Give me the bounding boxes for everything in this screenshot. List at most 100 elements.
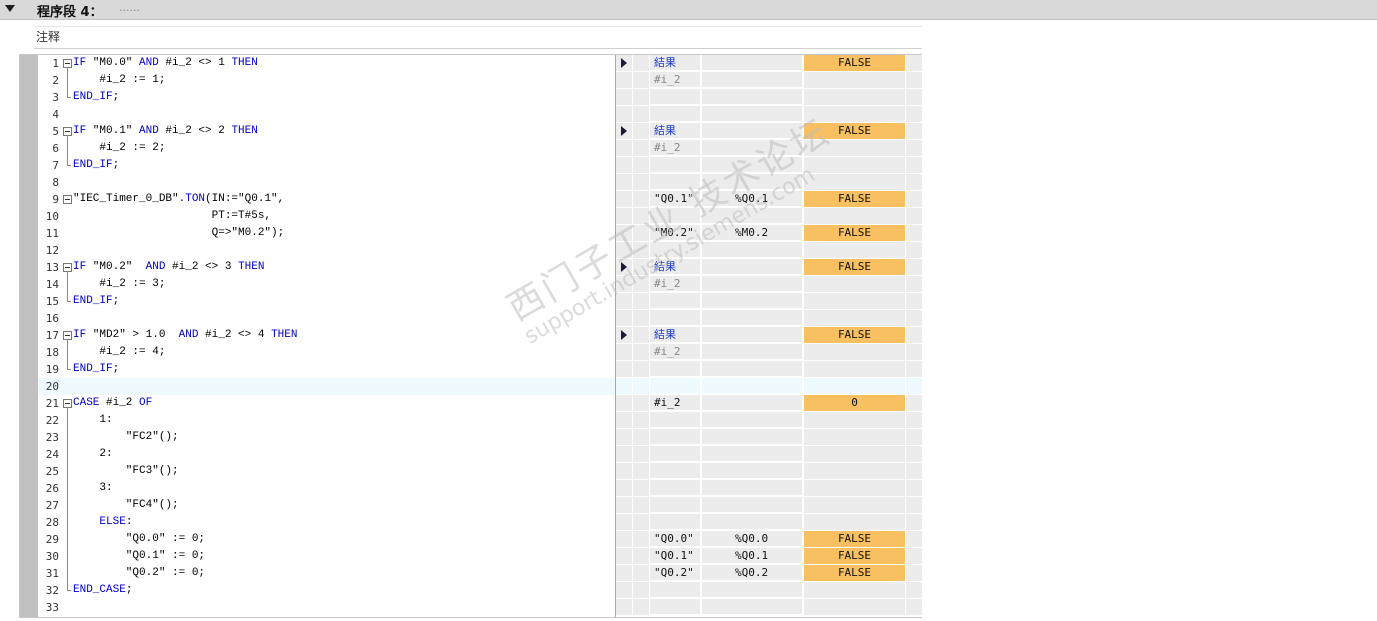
code-line-12[interactable]: 12 — [38, 242, 615, 259]
code-line-2[interactable]: 2 #i_2 := 1; — [38, 72, 615, 89]
monitor-expand-cell[interactable] — [616, 327, 633, 344]
expand-arrow-icon[interactable] — [621, 262, 627, 272]
code-line-6[interactable]: 6 #i_2 := 2; — [38, 140, 615, 157]
code-line-28[interactable]: 28 ELSE: — [38, 514, 615, 531]
monitor-row-1: 結果 FALSE — [616, 55, 923, 72]
code-line-19[interactable]: 19 END_IF; — [38, 361, 615, 378]
monitor-operand: 結果 — [650, 259, 701, 275]
monitor-operand: "Q0.1" — [650, 191, 701, 207]
code-line-8[interactable]: 8 — [38, 174, 615, 191]
monitor-end-cell — [906, 463, 923, 480]
monitor-operand — [650, 106, 701, 122]
collapse-triangle-icon[interactable] — [5, 5, 15, 12]
monitor-address: %Q0.0 — [702, 531, 803, 547]
code-line-21[interactable]: 21 CASE #i_2 OF — [38, 395, 615, 412]
monitor-value — [804, 599, 906, 616]
monitor-value: FALSE — [804, 259, 906, 276]
code-line-27[interactable]: 27 "FC4"(); — [38, 497, 615, 514]
code-line-31[interactable]: 31 "Q0.2" := 0; — [38, 565, 615, 582]
monitor-expand-cell — [616, 106, 633, 123]
monitor-expand-cell — [616, 480, 633, 497]
fold-guide-end — [67, 301, 71, 302]
monitor-expand-cell[interactable] — [616, 259, 633, 276]
line-number: 16 — [45, 312, 59, 325]
line-number: 27 — [45, 499, 59, 512]
monitor-expand-cell — [616, 565, 633, 582]
code-line-9[interactable]: 9 "IEC_Timer_0_DB".TON(IN:="Q0.1", — [38, 191, 615, 208]
network-comment-field[interactable]: 注释 — [34, 26, 922, 49]
monitor-end-cell — [906, 395, 923, 412]
code-line-7[interactable]: 7 END_IF; — [38, 157, 615, 174]
code-line-4[interactable]: 4 — [38, 106, 615, 123]
monitor-address: %Q0.1 — [702, 191, 803, 207]
monitor-end-cell — [906, 106, 923, 123]
monitor-spacer-cell — [633, 140, 650, 157]
monitor-row-25 — [616, 463, 923, 480]
monitor-address — [702, 361, 803, 377]
code-text: 2: — [73, 448, 113, 460]
monitor-expand-cell — [616, 89, 633, 106]
monitor-expand-cell — [616, 446, 633, 463]
code-line-17[interactable]: 17 IF "MD2" > 1.0 AND #i_2 <> 4 THEN — [38, 327, 615, 344]
monitor-expand-cell[interactable] — [616, 55, 633, 72]
expand-arrow-icon[interactable] — [621, 330, 627, 340]
code-area[interactable]: 1 IF "M0.0" AND #i_2 <> 1 THEN 2 #i_2 := 1… — [38, 55, 616, 617]
monitor-value: FALSE — [804, 123, 906, 140]
fold-guide-end — [67, 590, 71, 591]
monitor-expand-cell — [616, 276, 633, 293]
code-line-10[interactable]: 10 PT:=T#5s, — [38, 208, 615, 225]
monitor-row-19 — [616, 361, 923, 378]
line-number: 15 — [45, 295, 59, 308]
monitor-spacer-cell — [633, 531, 650, 548]
code-line-32[interactable]: 32 END_CASE; — [38, 582, 615, 599]
monitor-value — [804, 361, 906, 378]
code-line-14[interactable]: 14 #i_2 := 3; — [38, 276, 615, 293]
monitor-end-cell — [906, 361, 923, 378]
monitor-row-14: #i_2 — [616, 276, 923, 293]
code-line-26[interactable]: 26 3: — [38, 480, 615, 497]
code-line-5[interactable]: 5 IF "M0.1" AND #i_2 <> 2 THEN — [38, 123, 615, 140]
code-line-3[interactable]: 3 END_IF; — [38, 89, 615, 106]
monitor-spacer-cell — [633, 463, 650, 480]
expand-arrow-icon[interactable] — [621, 126, 627, 136]
code-text: #i_2 := 4; — [73, 346, 166, 358]
fold-collapse-icon[interactable] — [63, 195, 72, 204]
fold-guide-line — [67, 407, 68, 590]
code-line-1[interactable]: 1 IF "M0.0" AND #i_2 <> 1 THEN — [38, 55, 615, 72]
code-line-22[interactable]: 22 1: — [38, 412, 615, 429]
monitor-row-15 — [616, 293, 923, 310]
code-line-20[interactable]: 20 — [38, 378, 615, 395]
monitor-spacer-cell — [633, 72, 650, 89]
line-number: 13 — [45, 261, 59, 274]
code-text: "Q0.0" := 0; — [73, 533, 206, 545]
monitor-end-cell — [906, 157, 923, 174]
code-line-16[interactable]: 16 — [38, 310, 615, 327]
network-title-placeholder[interactable]: ...... — [119, 1, 140, 14]
monitor-value — [804, 242, 906, 259]
code-line-18[interactable]: 18 #i_2 := 4; — [38, 344, 615, 361]
code-line-13[interactable]: 13 IF "M0.2" AND #i_2 <> 3 THEN — [38, 259, 615, 276]
code-line-11[interactable]: 11 Q=>"M0.2"); — [38, 225, 615, 242]
code-line-33[interactable]: 33 — [38, 599, 615, 616]
monitor-operand: #i_2 — [650, 140, 701, 156]
monitor-end-cell — [906, 497, 923, 514]
code-line-15[interactable]: 15 END_IF; — [38, 293, 615, 310]
code-line-25[interactable]: 25 "FC3"(); — [38, 463, 615, 480]
monitor-value — [804, 293, 906, 310]
monitor-value — [804, 344, 906, 361]
expand-arrow-icon[interactable] — [621, 58, 627, 68]
code-line-24[interactable]: 24 2: — [38, 446, 615, 463]
code-line-30[interactable]: 30 "Q0.1" := 0; — [38, 548, 615, 565]
code-line-29[interactable]: 29 "Q0.0" := 0; — [38, 531, 615, 548]
monitor-expand-cell — [616, 361, 633, 378]
code-text: "IEC_Timer_0_DB".TON(IN:="Q0.1", — [73, 193, 285, 205]
monitor-operand: "Q0.1" — [650, 548, 701, 564]
code-line-23[interactable]: 23 "FC2"(); — [38, 429, 615, 446]
monitor-address — [702, 89, 803, 105]
monitor-operand — [650, 582, 701, 598]
monitor-end-cell — [906, 565, 923, 582]
monitor-end-cell — [906, 480, 923, 497]
monitor-expand-cell[interactable] — [616, 123, 633, 140]
line-number: 1 — [52, 57, 59, 70]
monitor-row-29: "Q0.0" %Q0.0 FALSE — [616, 531, 923, 548]
